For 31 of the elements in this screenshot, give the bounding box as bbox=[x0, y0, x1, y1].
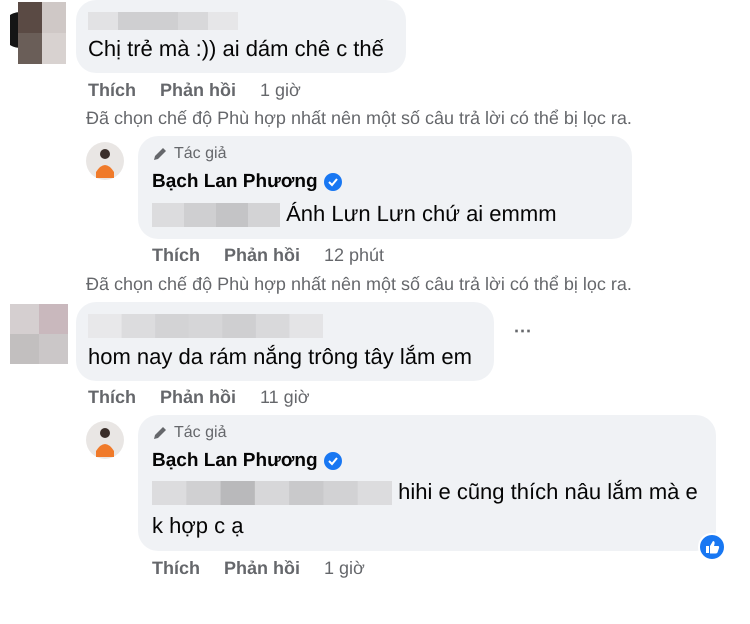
like-link[interactable]: Thích bbox=[88, 76, 136, 104]
comment-time[interactable]: 11 giờ bbox=[260, 384, 310, 411]
author-name[interactable]: Bạch Lan Phương bbox=[152, 446, 318, 475]
pen-icon bbox=[152, 424, 168, 440]
verified-icon bbox=[324, 452, 342, 470]
comment-text: Chị trẻ mà :)) ai dám chê c thế bbox=[88, 35, 385, 63]
like-link[interactable]: Thích bbox=[152, 242, 200, 269]
pixelated-avatar bbox=[10, 304, 68, 364]
verified-icon bbox=[324, 173, 342, 192]
like-link[interactable]: Thích bbox=[152, 554, 200, 582]
reply-text: Ánh Lưn Lưn chứ ai emmm bbox=[152, 196, 614, 230]
comment-time[interactable]: 1 giờ bbox=[324, 554, 365, 582]
comment-time[interactable]: 12 phút bbox=[324, 242, 384, 269]
more-menu[interactable]: ··· bbox=[514, 318, 532, 344]
reply-link[interactable]: Phản hồi bbox=[160, 76, 236, 104]
filter-notice: Đã chọn chế độ Phù hợp nhất nên một số câu trả lời có thể bị lọc ra. bbox=[86, 107, 632, 130]
pen-icon bbox=[152, 146, 168, 162]
reply-link[interactable]: Phản hồi bbox=[224, 242, 300, 269]
pixelated-avatar bbox=[10, 2, 66, 64]
comment-text: hom nay da rám nắng trông tây lắm em bbox=[88, 342, 473, 371]
comment-time[interactable]: 1 giờ bbox=[260, 76, 301, 104]
filter-notice: Đã chọn chế độ Phù hợp nhất nên một số câu trả lời có thể bị lọc ra. bbox=[86, 272, 632, 296]
avatar bbox=[86, 142, 124, 180]
avatar bbox=[86, 420, 124, 458]
author-label: Tác giả bbox=[174, 422, 226, 442]
reply-link[interactable]: Phản hồi bbox=[224, 554, 300, 582]
reply-text: hihi e cũng thích nâu lắm mà e k hợp c ạ bbox=[152, 478, 698, 540]
author-label: Tác giả bbox=[174, 144, 226, 164]
like-link[interactable]: Thích bbox=[88, 384, 136, 411]
author-name[interactable]: Bạch Lan Phương bbox=[152, 168, 318, 196]
reply-link[interactable]: Phản hồi bbox=[160, 384, 236, 411]
